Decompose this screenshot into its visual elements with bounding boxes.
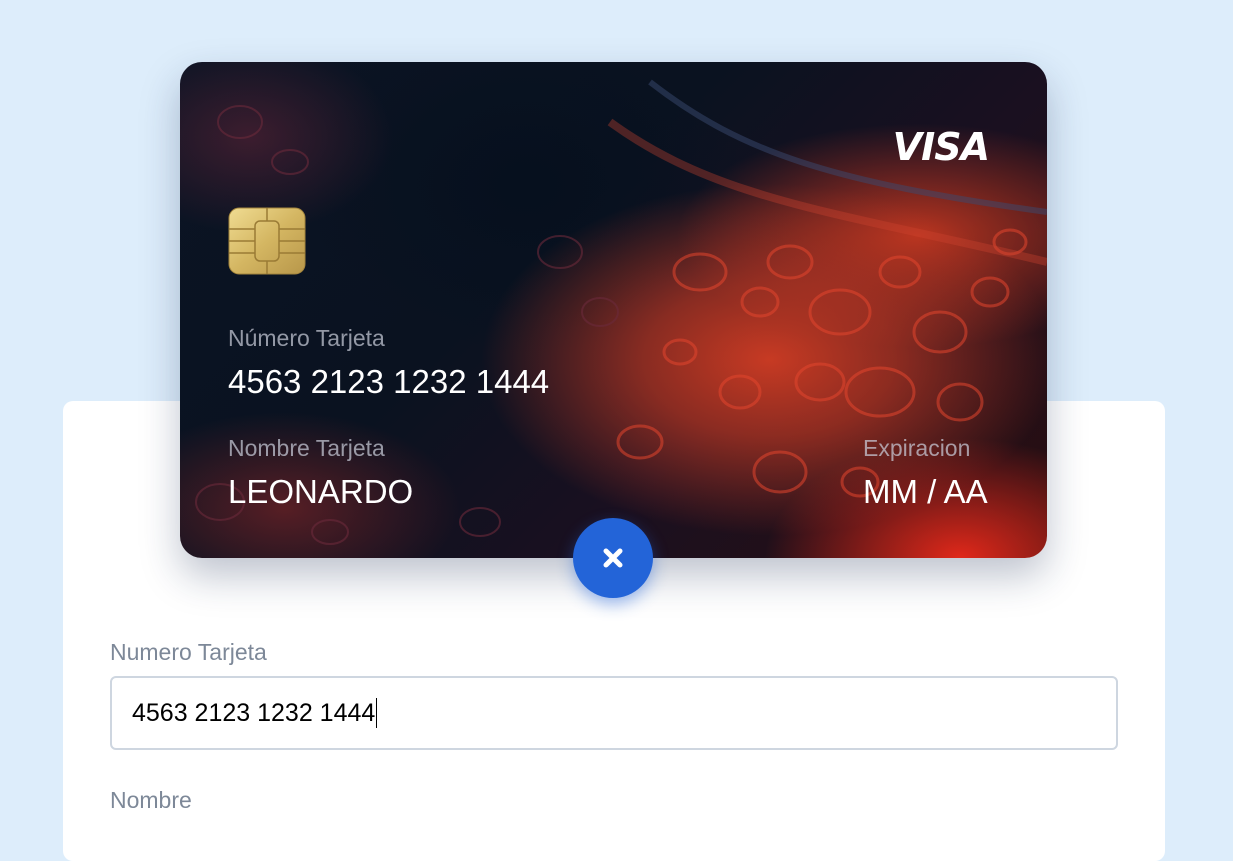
card-number-label: Número Tarjeta	[228, 325, 385, 351]
card-number-display: 4563 2123 1232 1444	[228, 363, 550, 400]
card-number-field-label: Numero Tarjeta	[110, 639, 267, 665]
expiry-label: Expiracion	[863, 435, 971, 461]
card-holder-label: Nombre Tarjeta	[228, 435, 385, 461]
card-holder-display: LEONARDO	[228, 473, 414, 510]
close-button[interactable]	[573, 518, 653, 598]
chip-icon	[228, 207, 306, 275]
card-number-input-value: 4563 2123 1232 1444	[132, 698, 376, 727]
card-number-input[interactable]: 4563 2123 1232 1444	[110, 676, 1118, 750]
expiry-display: MM / AA	[863, 473, 988, 510]
text-caret	[376, 698, 378, 728]
name-field-label: Nombre	[110, 787, 192, 813]
visa-logo: VISA	[892, 125, 990, 169]
close-icon	[603, 548, 623, 568]
credit-card-preview: VISA Número Tarjeta 4563 2123 1232 1444 …	[180, 62, 1047, 558]
